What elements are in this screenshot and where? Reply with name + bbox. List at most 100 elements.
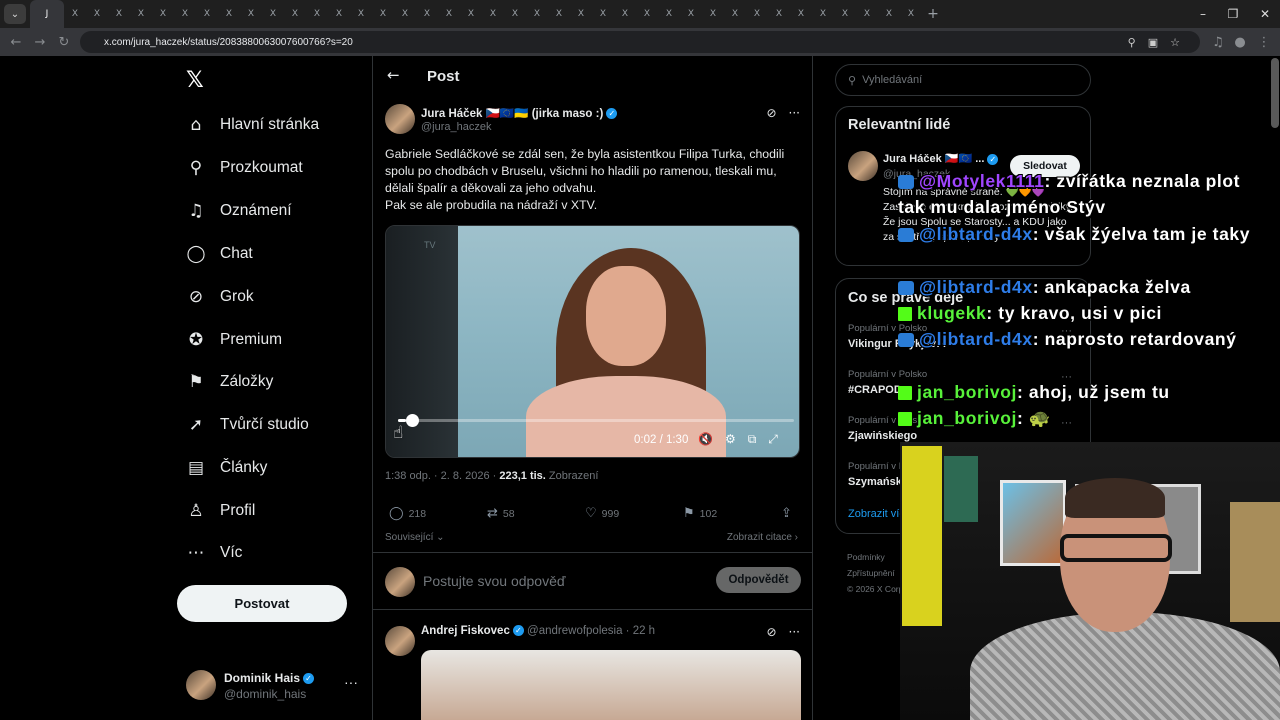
- browser-tab[interactable]: X: [548, 0, 570, 28]
- browser-tab[interactable]: X: [746, 0, 768, 28]
- browser-tab[interactable]: X: [416, 0, 438, 28]
- reply-author-avatar[interactable]: [385, 626, 415, 656]
- author-name[interactable]: Jura Háček 🇨🇿🇪🇺🇺🇦 (jirka maso :) ✓: [421, 106, 618, 120]
- fullscreen-icon[interactable]: ⤢: [768, 432, 778, 447]
- nav-item-grok[interactable]: ⊘ Grok: [186, 283, 254, 311]
- author-handle[interactable]: @jura_haczek: [421, 121, 491, 133]
- search-input[interactable]: ⚲ Vyhledávání: [835, 64, 1091, 96]
- media-icon[interactable]: ♫: [1206, 30, 1230, 54]
- back-arrow-icon[interactable]: ←: [387, 66, 400, 84]
- browser-tab[interactable]: X: [64, 0, 86, 28]
- url-bar[interactable]: x.com/jura_haczek/status/208388006300760…: [80, 31, 1200, 53]
- browser-tab[interactable]: X: [240, 0, 262, 28]
- quotes-label[interactable]: Zobrazit citace: [727, 532, 792, 543]
- video-progress-track[interactable]: [398, 414, 794, 427]
- reply-author[interactable]: Andrej Fiskovec ✓ @andrewofpolesia · 22 h: [421, 625, 655, 637]
- browser-tab[interactable]: X: [196, 0, 218, 28]
- reply-action[interactable]: ◯ 218: [389, 506, 426, 521]
- view-quotes-link[interactable]: Zobrazit citace ›: [727, 532, 798, 543]
- video-progress-knob[interactable]: [405, 414, 419, 427]
- browser-tab[interactable]: X: [658, 0, 680, 28]
- zoom-icon[interactable]: ⚲: [1128, 36, 1136, 49]
- browser-tab[interactable]: X: [394, 0, 416, 28]
- browser-tab[interactable]: J: [30, 0, 64, 28]
- reload-button[interactable]: ↻: [52, 30, 76, 54]
- profile-avatar-icon[interactable]: ●: [1228, 30, 1252, 54]
- reply-button[interactable]: Odpovědět: [716, 567, 801, 593]
- bookmark-action[interactable]: ⚑ 102: [683, 506, 717, 521]
- more-icon[interactable]: ···: [344, 674, 358, 690]
- pip-icon[interactable]: ⧉: [748, 432, 757, 447]
- nav-item-ozn-men-[interactable]: ♫ Oznámení: [186, 197, 291, 225]
- browser-tab[interactable]: X: [438, 0, 460, 28]
- browser-tab[interactable]: X: [592, 0, 614, 28]
- tab-search-button[interactable]: ⌄: [4, 4, 26, 24]
- browser-tab[interactable]: X: [130, 0, 152, 28]
- browser-tab[interactable]: X: [680, 0, 702, 28]
- reply-author-handle[interactable]: @andrewofpolesia · 22 h: [527, 625, 655, 637]
- reply-input[interactable]: Postujte svou odpověď: [423, 573, 565, 589]
- nav-item-tv-r-studio[interactable]: ➚ Tvůrčí studio: [186, 411, 309, 439]
- person-name[interactable]: Jura Háček 🇨🇿🇪🇺 ... ✓: [883, 152, 999, 165]
- x-logo-icon[interactable]: 𝕏: [186, 68, 204, 93]
- browser-tab[interactable]: X: [636, 0, 658, 28]
- browser-tab[interactable]: X: [482, 0, 504, 28]
- browser-tab[interactable]: X: [724, 0, 746, 28]
- share-action[interactable]: ⇪: [781, 506, 792, 521]
- browser-tab[interactable]: X: [526, 0, 548, 28]
- browser-tab[interactable]: X: [504, 0, 526, 28]
- grok-icon[interactable]: ⊘: [766, 106, 776, 120]
- nav-item-premium[interactable]: ✪ Premium: [186, 326, 282, 354]
- browser-tab[interactable]: X: [812, 0, 834, 28]
- browser-tab[interactable]: X: [350, 0, 372, 28]
- account-switcher[interactable]: Dominik Hais ✓ @dominik_hais ···: [186, 668, 366, 704]
- browser-tab[interactable]: X: [856, 0, 878, 28]
- post-timestamp[interactable]: 1:38 odp. · 2. 8. 2026 ·: [385, 470, 499, 482]
- person-name-text[interactable]: Jura Háček 🇨🇿🇪🇺 ...: [883, 153, 984, 165]
- browser-tab[interactable]: X: [878, 0, 900, 28]
- browser-tab[interactable]: X: [900, 0, 922, 28]
- footer-link[interactable]: Podmínky: [847, 549, 906, 565]
- browser-tab[interactable]: X: [834, 0, 856, 28]
- nav-item-z-lo-ky[interactable]: ⚑ Záložky: [186, 368, 273, 396]
- browser-tab[interactable]: X: [218, 0, 240, 28]
- avatar[interactable]: [848, 151, 878, 181]
- minimize-button[interactable]: –: [1188, 0, 1218, 28]
- browser-tab[interactable]: X: [262, 0, 284, 28]
- like-action[interactable]: ♡ 999: [585, 506, 619, 521]
- browser-tab[interactable]: X: [372, 0, 394, 28]
- footer-link[interactable]: Zpřístupnění: [847, 565, 906, 581]
- back-button[interactable]: ←: [4, 30, 28, 54]
- browser-tab[interactable]: X: [306, 0, 328, 28]
- forward-button[interactable]: →: [28, 30, 52, 54]
- star-icon[interactable]: ☆: [1170, 36, 1180, 49]
- nav-item-v-c[interactable]: ⋯ Víc: [186, 539, 243, 567]
- mute-icon[interactable]: 🔇: [698, 432, 713, 447]
- browser-tab[interactable]: X: [768, 0, 790, 28]
- grok-icon[interactable]: ⊘: [766, 625, 776, 639]
- reply-media[interactable]: [421, 650, 801, 720]
- url-text[interactable]: x.com/jura_haczek/status/208388006300760…: [104, 37, 353, 48]
- related-label[interactable]: Související: [385, 532, 433, 543]
- repost-action[interactable]: ⇄ 58: [487, 506, 515, 521]
- browser-tab[interactable]: X: [702, 0, 724, 28]
- browser-tab[interactable]: X: [152, 0, 174, 28]
- browser-tab[interactable]: X: [790, 0, 812, 28]
- nav-item-hlavn-str-nka[interactable]: ⌂ Hlavní stránka: [186, 111, 319, 139]
- nav-item--l-nky[interactable]: ▤ Články: [186, 454, 267, 482]
- new-tab-button[interactable]: +: [922, 0, 944, 28]
- browser-tab[interactable]: X: [460, 0, 482, 28]
- nav-item-chat[interactable]: ◯ Chat: [186, 240, 252, 268]
- author-avatar[interactable]: [385, 104, 415, 134]
- browser-tab[interactable]: X: [328, 0, 350, 28]
- browser-tab[interactable]: X: [108, 0, 130, 28]
- browser-tab[interactable]: X: [174, 0, 196, 28]
- browser-tab[interactable]: X: [86, 0, 108, 28]
- page-scrollbar[interactable]: [1271, 58, 1279, 128]
- video-player[interactable]: TV 0:02 / 1:30 🔇 ⚙ ⧉ ⤢: [385, 225, 800, 458]
- reply-author-name[interactable]: Andrej Fiskovec: [421, 625, 510, 637]
- nav-item-prozkoumat[interactable]: ⚲ Prozkoumat: [186, 154, 303, 182]
- maximize-button[interactable]: ❐: [1218, 0, 1248, 28]
- browser-tab[interactable]: X: [284, 0, 306, 28]
- nav-item-profil[interactable]: ♙ Profil: [186, 497, 255, 525]
